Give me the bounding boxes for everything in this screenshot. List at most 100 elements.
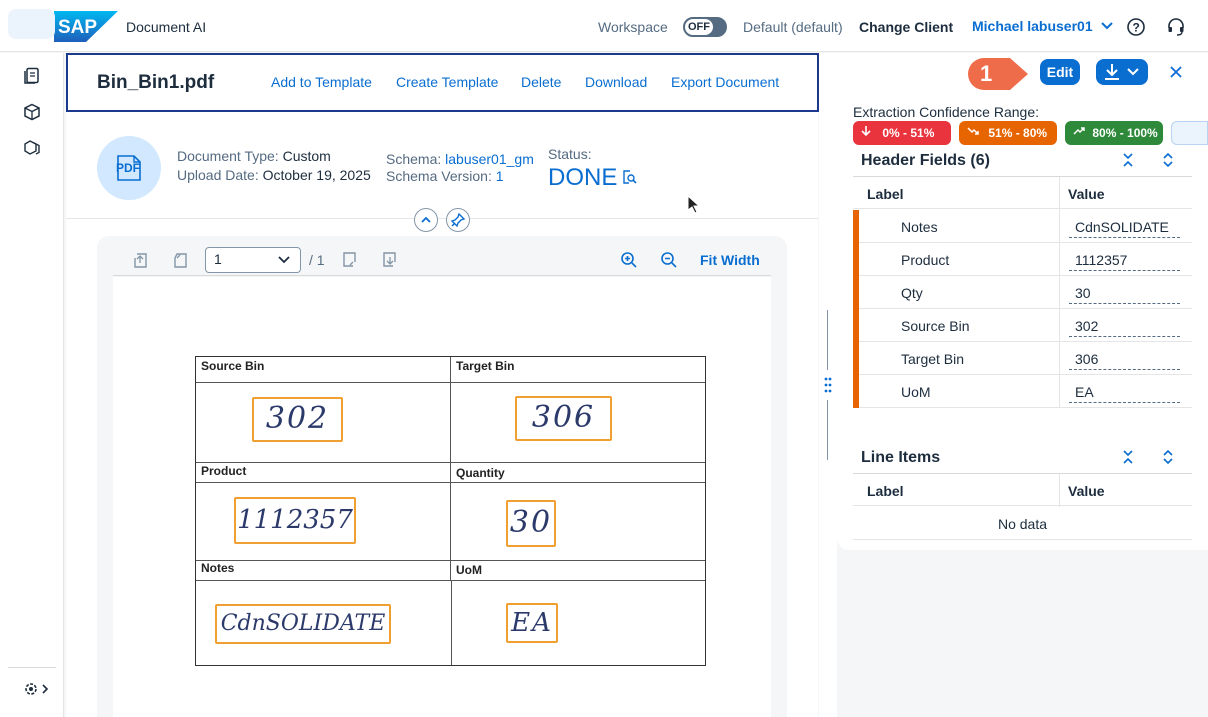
collapse-all-icon[interactable] bbox=[1120, 152, 1136, 168]
delete-link[interactable]: Delete bbox=[521, 74, 561, 90]
export-document-link[interactable]: Export Document bbox=[671, 74, 779, 90]
zoom-in-icon[interactable] bbox=[620, 251, 638, 269]
form-label-quantity: Quantity bbox=[456, 466, 505, 480]
scanned-form: Source Bin Target Bin Product Quantity N… bbox=[195, 356, 706, 666]
file-name: Bin_Bin1.pdf bbox=[97, 72, 215, 93]
collapse-header-button[interactable] bbox=[414, 208, 438, 232]
confidence-indicator bbox=[853, 276, 859, 309]
workspace-toggle[interactable]: OFF bbox=[683, 17, 727, 37]
status-label: Status: bbox=[548, 146, 592, 162]
extracted-box-target-bin[interactable]: 306 bbox=[515, 396, 612, 441]
table-row[interactable]: Qty 30 bbox=[853, 276, 1192, 309]
collapse-all-icon[interactable] bbox=[1120, 449, 1136, 465]
grip-icon[interactable] bbox=[823, 376, 833, 394]
table-row[interactable]: Source Bin 302 bbox=[853, 309, 1192, 342]
doc-type-value: Custom bbox=[282, 148, 331, 164]
expand-all-icon[interactable] bbox=[1160, 449, 1176, 465]
column-value-header: Value bbox=[1068, 186, 1105, 202]
add-to-template-link[interactable]: Add to Template bbox=[271, 74, 372, 90]
toggle-state: OFF bbox=[685, 19, 713, 35]
column-divider bbox=[1059, 309, 1060, 342]
change-client-button[interactable]: Change Client bbox=[859, 19, 953, 35]
field-label: Source Bin bbox=[901, 318, 970, 334]
confidence-title: Extraction Confidence Range: bbox=[853, 104, 1039, 120]
confidence-indicator bbox=[853, 309, 859, 342]
previous-page-icon[interactable] bbox=[172, 250, 190, 270]
extracted-box-source-bin[interactable]: 302 bbox=[252, 397, 343, 442]
doc-type-label: Document Type: bbox=[177, 148, 279, 164]
pdf-avatar: PDF bbox=[97, 136, 161, 200]
line-items-table: Label Value No data bbox=[853, 473, 1192, 541]
cubes-icon[interactable] bbox=[23, 139, 41, 157]
field-value[interactable]: 306 bbox=[1075, 351, 1098, 367]
table-row[interactable]: UoM EA bbox=[853, 375, 1192, 408]
legend-high[interactable]: 80% - 100% bbox=[1065, 121, 1163, 145]
header-fields-table: Label Value Notes CdnSOLIDATE Product 11… bbox=[853, 176, 1192, 408]
legend-low-label: 0% - 51% bbox=[882, 126, 935, 140]
last-page-icon[interactable] bbox=[380, 250, 398, 270]
status-value: DONE bbox=[548, 164, 618, 191]
schema-link[interactable]: labuser01_gm bbox=[445, 151, 534, 167]
legend-medium[interactable]: 51% - 80% bbox=[959, 121, 1057, 145]
header-divider bbox=[66, 218, 818, 219]
fit-width-button[interactable]: Fit Width bbox=[700, 252, 760, 268]
field-value-underline bbox=[1069, 237, 1180, 238]
field-value[interactable]: CdnSOLIDATE bbox=[1075, 219, 1169, 235]
column-divider bbox=[1059, 342, 1060, 375]
table-row[interactable]: Notes CdnSOLIDATE bbox=[853, 210, 1192, 243]
nav-item-documents[interactable] bbox=[8, 9, 55, 39]
field-value[interactable]: 302 bbox=[1075, 318, 1098, 334]
page-total: / 1 bbox=[309, 252, 325, 268]
form-label-uom: UoM bbox=[456, 563, 482, 577]
chevron-down-icon bbox=[1100, 22, 1113, 30]
column-divider bbox=[1059, 375, 1060, 408]
expand-all-icon[interactable] bbox=[1160, 152, 1176, 168]
mouse-cursor-icon bbox=[687, 195, 700, 214]
user-name: Michael labuser01 bbox=[972, 18, 1093, 34]
edit-button[interactable]: Edit bbox=[1040, 59, 1080, 85]
schema-label: Schema: bbox=[386, 151, 442, 167]
status-details-icon[interactable] bbox=[621, 169, 637, 185]
column-divider bbox=[1059, 177, 1060, 210]
column-value-header: Value bbox=[1068, 483, 1105, 499]
svg-text:?: ? bbox=[1133, 21, 1140, 35]
extracted-box-product[interactable]: 1112357 bbox=[234, 497, 356, 544]
header-fields-title: Header Fields (6) bbox=[861, 152, 990, 169]
download-menu-button[interactable] bbox=[1096, 59, 1148, 85]
headset-icon[interactable] bbox=[1166, 17, 1186, 37]
next-page-icon[interactable] bbox=[340, 250, 358, 270]
field-value[interactable]: 30 bbox=[1075, 285, 1091, 301]
arrow-down-icon bbox=[861, 126, 871, 137]
settings-expand-icon[interactable] bbox=[22, 680, 50, 698]
help-icon[interactable]: ? bbox=[1126, 17, 1146, 37]
schema-version-link[interactable]: 1 bbox=[496, 168, 504, 184]
cube-icon[interactable] bbox=[23, 103, 41, 121]
table-row[interactable]: Target Bin 306 bbox=[853, 342, 1192, 375]
table-header-row: Label Value bbox=[853, 176, 1192, 210]
field-value-underline bbox=[1069, 336, 1180, 337]
legend-more[interactable] bbox=[1171, 121, 1208, 145]
user-menu[interactable]: Michael labuser01 bbox=[972, 18, 1113, 34]
download-link[interactable]: Download bbox=[585, 74, 647, 90]
chevron-up-icon bbox=[421, 216, 431, 223]
sap-logo[interactable]: SAP bbox=[54, 11, 118, 45]
no-data-text: No data bbox=[997, 516, 1048, 532]
legend-medium-label: 51% - 80% bbox=[988, 126, 1048, 140]
splitter-line bbox=[827, 310, 828, 370]
field-value[interactable]: 1112357 bbox=[1075, 252, 1127, 268]
extracted-box-quantity[interactable]: 30 bbox=[506, 500, 556, 547]
extracted-box-notes[interactable]: CdnSOLIDATE bbox=[215, 604, 391, 644]
field-value[interactable]: EA bbox=[1075, 384, 1094, 400]
create-template-link[interactable]: Create Template bbox=[396, 74, 498, 90]
column-divider bbox=[1059, 210, 1060, 243]
close-icon[interactable] bbox=[1168, 64, 1184, 80]
pin-header-button[interactable] bbox=[446, 208, 470, 232]
first-page-icon[interactable] bbox=[132, 250, 150, 270]
zoom-out-icon[interactable] bbox=[660, 251, 678, 269]
table-header-row: Label Value bbox=[853, 473, 1192, 507]
extracted-box-uom[interactable]: EA bbox=[506, 603, 558, 643]
line-items-title: Line Items bbox=[861, 449, 941, 466]
table-row[interactable]: Product 1112357 bbox=[853, 243, 1192, 276]
field-label: Notes bbox=[901, 219, 938, 235]
legend-low[interactable]: 0% - 51% bbox=[853, 121, 951, 145]
